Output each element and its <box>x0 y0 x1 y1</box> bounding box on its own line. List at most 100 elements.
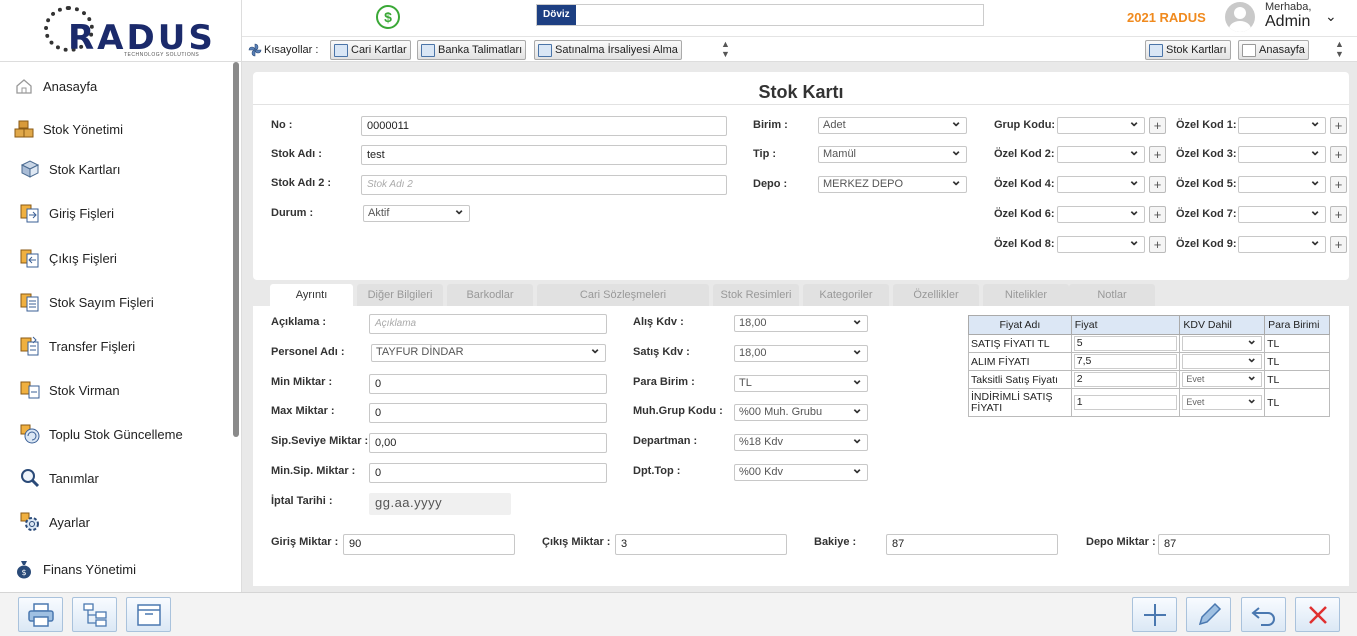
ozel-kod-2-add-button[interactable]: + <box>1149 146 1166 163</box>
tab-cari-sozlesmeleri[interactable]: Cari Sözleşmeleri <box>537 284 709 307</box>
cikis-miktar-field[interactable]: 3 <box>615 534 787 555</box>
chevron-down-icon[interactable]: ⌄ <box>1325 8 1337 25</box>
price-input[interactable]: 7,5 <box>1073 354 1178 369</box>
sidebar-item-stok-yonetimi[interactable]: Stok Yönetimi <box>14 109 246 149</box>
add-button[interactable] <box>1132 597 1177 632</box>
shortcut-stok-kartlari[interactable]: Stok Kartları <box>1145 40 1231 60</box>
sidebar-item-giris-fisleri[interactable]: Giriş Fişleri <box>20 193 252 233</box>
print-button[interactable] <box>18 597 63 632</box>
tab-nitelikler[interactable]: Nitelikler <box>983 284 1069 307</box>
satis-kdv-select[interactable]: 18,00 <box>734 342 868 362</box>
undo-button[interactable] <box>1241 597 1286 632</box>
stok-adi2-field[interactable]: Stok Adı 2 <box>361 175 727 195</box>
sidebar-item-cikis-fisleri[interactable]: Çıkış Fişleri <box>20 238 252 278</box>
ozel-kod-6-select[interactable] <box>1057 203 1145 223</box>
sidebar-item-finans-yonetimi[interactable]: $ Finans Yönetimi <box>14 549 246 589</box>
close-button[interactable] <box>1295 597 1340 632</box>
ozel-kod-9-add-button[interactable]: + <box>1330 236 1347 253</box>
table-row[interactable]: Taksitli Satış Fiyatı 2 Evet TL <box>968 369 1330 389</box>
ozel-kod-3-add-button[interactable]: + <box>1330 146 1347 163</box>
tab-barkodlar[interactable]: Barkodlar <box>447 284 533 307</box>
aciklama-field[interactable]: Açıklama <box>369 314 607 334</box>
stok-adi-field[interactable]: test <box>361 145 727 165</box>
personel-select[interactable]: TAYFUR DİNDAR <box>371 341 606 362</box>
sidebar-item-stok-virman[interactable]: Stok Virman <box>20 370 252 410</box>
iptal-tarihi-field[interactable]: gg.aa.yyyy <box>369 493 511 515</box>
kdv-select[interactable] <box>1182 333 1263 351</box>
shortcut-cari-kartlar[interactable]: Cari Kartlar <box>330 40 411 60</box>
max-miktar-field[interactable]: 0 <box>369 403 607 423</box>
price-input[interactable]: 2 <box>1073 372 1178 387</box>
price-input[interactable]: 5 <box>1073 336 1178 351</box>
no-field[interactable]: 0000011 <box>361 116 727 136</box>
dpt-top-select[interactable]: %00 Kdv <box>734 461 868 481</box>
logo[interactable]: RADUS TECHNOLOGY SOLUTIONS <box>0 0 242 62</box>
doviz-field[interactable]: Döviz <box>536 4 984 26</box>
grup-kodu-add-button[interactable]: + <box>1149 117 1166 134</box>
grup-kodu-select[interactable] <box>1057 114 1145 134</box>
sidebar-item-tanimlar[interactable]: Tanımlar <box>20 458 252 498</box>
ozel-kod-5-select[interactable] <box>1238 173 1326 193</box>
tab-ozellikler[interactable]: Özellikler <box>893 284 979 307</box>
ozel-kod-4-add-button[interactable]: + <box>1149 176 1166 193</box>
depo-miktar-field[interactable]: 87 <box>1158 534 1330 555</box>
shortcut-scroll-arrows-icon[interactable]: ▲ ▼ <box>721 39 730 59</box>
durum-select[interactable]: Aktif <box>363 202 470 222</box>
kdv-select[interactable]: Evet <box>1182 392 1263 410</box>
ozel-kod-7-select[interactable] <box>1238 203 1326 223</box>
table-row[interactable]: ALIM FİYATI 7,5 TL <box>968 351 1330 371</box>
departman-select[interactable]: %18 Kdv <box>734 431 868 451</box>
tab-notlar[interactable]: Notlar <box>1069 284 1155 307</box>
tab-stok-resimleri[interactable]: Stok Resimleri <box>713 284 799 307</box>
ozel-kod-1-add-button[interactable]: + <box>1330 117 1347 134</box>
ozel-kod-7-add-button[interactable]: + <box>1330 206 1347 223</box>
para-birim-select[interactable]: TL <box>734 372 868 392</box>
birim-select[interactable]: Adet <box>818 114 967 134</box>
kdv-select[interactable] <box>1182 351 1263 369</box>
sip-seviye-field[interactable]: 0,00 <box>369 433 607 453</box>
table-row[interactable]: SATIŞ FİYATI TL 5 TL <box>968 333 1330 353</box>
alis-kdv-select[interactable]: 18,00 <box>734 312 868 332</box>
ozel-kod-9-select[interactable] <box>1238 233 1326 253</box>
tree-button[interactable] <box>72 597 117 632</box>
ozel-kod-4-select[interactable] <box>1057 173 1145 193</box>
sidebar-scrollbar[interactable] <box>233 62 239 437</box>
min-miktar-field[interactable]: 0 <box>369 374 607 394</box>
sidebar-item-stok-kartlari[interactable]: Stok Kartları <box>20 149 252 189</box>
ozel-kod-3-select[interactable] <box>1238 143 1326 163</box>
table-row[interactable]: İNDİRİMLİ SATIŞ FİYATI 1 Evet TL <box>968 388 1330 417</box>
dollar-circle-icon[interactable]: $ <box>376 5 400 29</box>
price-table-header: Fiyat Adı Fiyat KDV Dahil Para Birimi <box>968 315 1330 335</box>
tab-kategoriler[interactable]: Kategoriler <box>803 284 889 307</box>
stok-karti-panel: Stok Kartı No : 0000011 Stok Adı : test … <box>253 72 1349 280</box>
min-sip-field[interactable]: 0 <box>369 463 607 483</box>
kdv-select[interactable]: Evet <box>1182 369 1263 387</box>
sidebar-item-stok-sayim-fisleri[interactable]: Stok Sayım Fişleri <box>20 282 252 322</box>
ozel-kod-8-add-button[interactable]: + <box>1149 236 1166 253</box>
depo-select[interactable]: MERKEZ DEPO <box>818 173 967 193</box>
price-input[interactable]: 1 <box>1073 395 1178 410</box>
muh-grup-select[interactable]: %00 Muh. Grubu <box>734 401 868 421</box>
shortcut-right-scroll-arrows-icon[interactable]: ▲ ▼ <box>1335 39 1344 59</box>
shortcut-satinalma-irsaliyesi[interactable]: Satınalma İrsaliyesi Alma <box>534 40 682 60</box>
archive-button[interactable] <box>126 597 171 632</box>
edit-button[interactable] <box>1186 597 1231 632</box>
sidebar-item-anasayfa[interactable]: Anasayfa <box>14 66 246 106</box>
ozel-kod-2-select[interactable] <box>1057 143 1145 163</box>
ozel-kod-6-add-button[interactable]: + <box>1149 206 1166 223</box>
sidebar-item-ayarlar[interactable]: Ayarlar <box>20 502 252 542</box>
tab-ayrinti[interactable]: Ayrıntı <box>270 284 353 308</box>
tab-diger-bilgileri[interactable]: Diğer Bilgileri <box>357 284 443 307</box>
tip-select[interactable]: Mamül <box>818 143 967 163</box>
avatar[interactable] <box>1225 2 1255 32</box>
bakiye-field[interactable]: 87 <box>886 534 1058 555</box>
ozel-kod-8-select[interactable] <box>1057 233 1145 253</box>
sidebar-item-toplu-stok-guncelleme[interactable]: Toplu Stok Güncelleme <box>20 414 252 454</box>
ozel-kod-5-add-button[interactable]: + <box>1330 176 1347 193</box>
sidebar-item-transfer-fisleri[interactable]: Transfer Fişleri <box>20 326 252 366</box>
shortcut-anasayfa[interactable]: Anasayfa <box>1238 40 1309 60</box>
shortcut-banka-talimatlari[interactable]: Banka Talimatları <box>417 40 527 60</box>
ozel-kod-1-select[interactable] <box>1238 114 1326 134</box>
giris-miktar-field[interactable]: 90 <box>343 534 515 555</box>
user-name[interactable]: Admin <box>1265 13 1310 31</box>
